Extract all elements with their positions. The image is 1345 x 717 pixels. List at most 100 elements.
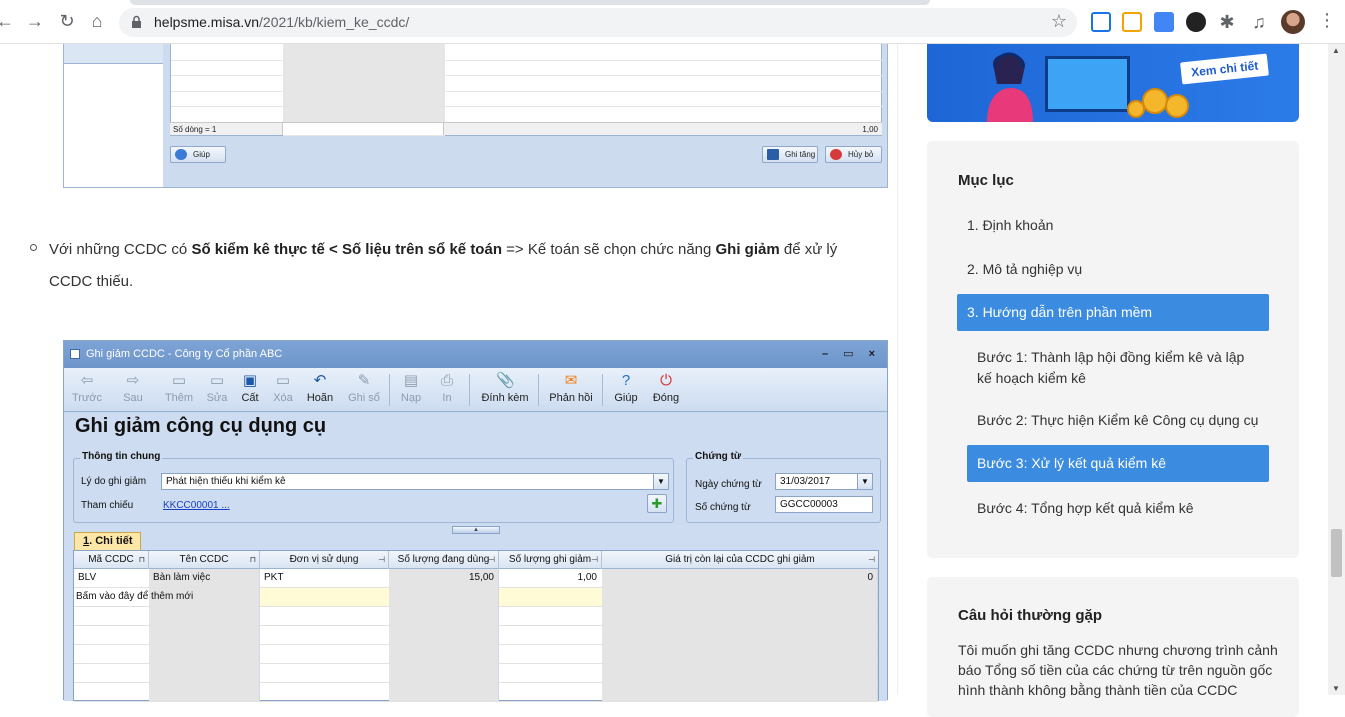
floppy-save-icon: ▣ bbox=[242, 372, 258, 389]
paperclip-icon: 📎 bbox=[496, 372, 515, 389]
save-increase-button[interactable]: Ghi tăng bbox=[762, 146, 818, 163]
table-row[interactable] bbox=[74, 683, 878, 702]
col-header-name[interactable]: Tên CCDC ⊓ bbox=[149, 551, 260, 569]
voucher-no-field[interactable]: GGCC00003 bbox=[775, 496, 873, 513]
toc-subitem[interactable]: Bước 4: Tổng hợp kết quả kiểm kê bbox=[957, 496, 1269, 521]
toolbar-attach-button[interactable]: 📎 Đính kèm bbox=[478, 370, 532, 410]
notes-extension-icon[interactable] bbox=[1122, 12, 1142, 32]
table-row[interactable]: BLV Bàn làm việc PKT 15,00 1,00 0 bbox=[74, 569, 878, 588]
scroll-down-icon[interactable]: ▼ bbox=[1332, 684, 1340, 693]
scroll-up-icon[interactable]: ▲ bbox=[1332, 46, 1340, 55]
puzzle-icon[interactable]: ✱ bbox=[1216, 11, 1238, 33]
col-header-remaining-value[interactable]: Giá trị còn lại của CCDC ghi giảm ⊣ bbox=[602, 551, 878, 569]
menu-kebab-icon[interactable]: ⋮ bbox=[1318, 10, 1336, 31]
toc-subitem-active[interactable]: Bước 3: Xử lý kết quả kiểm kê bbox=[967, 445, 1269, 482]
cancel-icon bbox=[830, 149, 842, 160]
window-controls[interactable]: – ▭ × bbox=[822, 341, 881, 368]
row-count-label: Số dòng = 1 bbox=[173, 125, 217, 134]
general-info-legend: Thông tin chung bbox=[80, 451, 163, 462]
pin-icon[interactable]: ⊓ bbox=[250, 551, 256, 569]
para-bold-condition: Số kiểm kê thực tế < Số liệu trên sổ kế … bbox=[191, 241, 502, 258]
col-header-unit-label: Đơn vị sử dụng bbox=[289, 554, 359, 565]
window-icon bbox=[70, 349, 80, 359]
toc-subitem[interactable]: Bước 2: Thực hiện Kiểm kê Công cụ dụng c… bbox=[957, 408, 1269, 433]
toolbar-help-button[interactable]: ? Giúp bbox=[610, 370, 642, 410]
faq-question[interactable]: Tôi muốn ghi tăng CCDC nhưng chương trìn… bbox=[958, 640, 1278, 700]
toolbar-undo-button[interactable]: ↶ Hoãn bbox=[302, 370, 338, 410]
column-divider bbox=[897, 44, 898, 695]
home-icon[interactable]: ⌂ bbox=[86, 10, 108, 32]
pin-icon[interactable]: ⊣ bbox=[488, 551, 495, 569]
left-pane-body bbox=[64, 64, 163, 187]
pin-icon[interactable]: ⊓ bbox=[139, 551, 145, 569]
address-bar[interactable]: helpsme.misa.vn/2021/kb/kiem_ke_ccdc/ ☆ bbox=[119, 8, 1077, 37]
media-icon[interactable]: ♫ bbox=[1248, 11, 1270, 33]
toolbar-post-button[interactable]: ✎ Ghi sổ bbox=[346, 370, 382, 410]
cancel-button[interactable]: Hủy bỏ bbox=[825, 146, 882, 163]
new-row[interactable]: Bấm vào đây để thêm mới bbox=[74, 588, 878, 607]
toolbar-load-button[interactable]: ▤ Nạp bbox=[396, 370, 426, 410]
col-header-unit[interactable]: Đơn vị sử dụng ⊣ bbox=[260, 551, 389, 569]
add-reference-button[interactable]: ✚ bbox=[647, 494, 667, 513]
help-button[interactable]: Giúp bbox=[170, 146, 226, 163]
chevron-down-icon[interactable]: ▼ bbox=[857, 474, 872, 489]
tab-details[interactable]: 1. Chi tiết bbox=[74, 532, 141, 550]
envelope-icon: ✉ bbox=[564, 372, 578, 389]
forward-icon[interactable]: → bbox=[24, 10, 46, 32]
col-header-code[interactable]: Mã CCDC ⊓ bbox=[74, 551, 149, 569]
calendar-extension-icon[interactable] bbox=[1091, 12, 1111, 32]
scrollbar-thumb[interactable] bbox=[1331, 529, 1342, 577]
col-header-qty-reduce[interactable]: Số lượng ghi giảm ⊣ bbox=[499, 551, 602, 569]
toc-item[interactable]: 2. Mô tả nghiệp vụ bbox=[957, 257, 1269, 282]
cell-qty-reduce: 1,00 bbox=[577, 572, 597, 583]
toolbar-add-button[interactable]: ▭ Thêm bbox=[162, 370, 196, 410]
table-row[interactable] bbox=[74, 607, 878, 626]
chevron-down-icon[interactable]: ▼ bbox=[653, 474, 668, 489]
extension-icon[interactable] bbox=[1186, 12, 1206, 32]
toolbar-print-button[interactable]: ⎙ In bbox=[432, 370, 462, 410]
cell-qty-using: 15,00 bbox=[468, 572, 494, 583]
voucher-date-field[interactable]: 31/03/2017 ▼ bbox=[775, 473, 873, 490]
table-row[interactable] bbox=[74, 645, 878, 664]
url-text: helpsme.misa.vn/2021/kb/kiem_ke_ccdc/ bbox=[154, 14, 410, 30]
toolbar-separator bbox=[389, 374, 390, 406]
toc-item-active[interactable]: 3. Hướng dẫn trên phần mềm bbox=[957, 294, 1269, 331]
pin-icon[interactable]: ⊣ bbox=[378, 551, 385, 569]
reason-label: Lý do ghi giảm bbox=[81, 476, 147, 487]
toolbar-delete-button[interactable]: ▭ Xóa bbox=[266, 370, 300, 410]
table-row[interactable] bbox=[74, 626, 878, 645]
reference-link[interactable]: KKCC00001 ... bbox=[163, 500, 230, 511]
pin-icon[interactable]: ⊣ bbox=[591, 551, 598, 569]
reason-combobox[interactable]: Phát hiện thiếu khi kiểm kê ▼ bbox=[161, 473, 669, 490]
reload-icon[interactable]: ↻ bbox=[56, 10, 78, 32]
promo-banner[interactable]: Xem chi tiết bbox=[927, 44, 1299, 122]
toolbar-next-button[interactable]: ⇨ Sau bbox=[116, 370, 150, 410]
collapse-handle[interactable]: ▲ bbox=[452, 526, 500, 534]
promo-details-button[interactable]: Xem chi tiết bbox=[1180, 53, 1270, 85]
profile-avatar[interactable] bbox=[1281, 10, 1305, 34]
bookmark-star-icon[interactable]: ☆ bbox=[1051, 11, 1067, 32]
delete-document-icon: ▭ bbox=[275, 372, 291, 389]
toc-subitem[interactable]: Bước 1: Thành lập hội đồng kiểm kê và lậ… bbox=[957, 345, 1269, 391]
toolbar-save-button[interactable]: ▣ Cất bbox=[234, 370, 266, 410]
translate-extension-icon[interactable] bbox=[1154, 12, 1174, 32]
power-icon: ⏻ bbox=[660, 372, 672, 389]
toolbar-prev-button[interactable]: ⇦ Trước bbox=[70, 370, 104, 410]
back-icon[interactable]: ← bbox=[0, 10, 16, 32]
coin-illustration bbox=[1142, 88, 1168, 114]
toolbar-feedback-button[interactable]: ✉ Phản hồi bbox=[546, 370, 596, 410]
page-scrollbar[interactable]: ▲ ▼ bbox=[1328, 44, 1345, 695]
edit-document-icon: ▭ bbox=[209, 372, 225, 389]
pin-icon[interactable]: ⊣ bbox=[868, 551, 875, 569]
col-header-qty-using[interactable]: Số lượng đang dùng ⊣ bbox=[389, 551, 499, 569]
new-row-highlight bbox=[499, 588, 602, 606]
toolbar-edit-button[interactable]: ▭ Sửa bbox=[200, 370, 234, 410]
table-of-contents: Mục lục 1. Định khoản 2. Mô tả nghiệp vụ… bbox=[927, 141, 1299, 558]
table-row[interactable] bbox=[74, 664, 878, 683]
grid-totals-row: Số dòng = 1 1,00 bbox=[170, 122, 882, 135]
toolbar-close-button[interactable]: ⏻ Đóng bbox=[648, 370, 684, 410]
help-icon bbox=[175, 149, 187, 160]
grid-line bbox=[171, 91, 883, 92]
toc-item[interactable]: 1. Định khoản bbox=[957, 213, 1269, 238]
new-row-hint: Bấm vào đây để thêm mới bbox=[76, 591, 194, 602]
